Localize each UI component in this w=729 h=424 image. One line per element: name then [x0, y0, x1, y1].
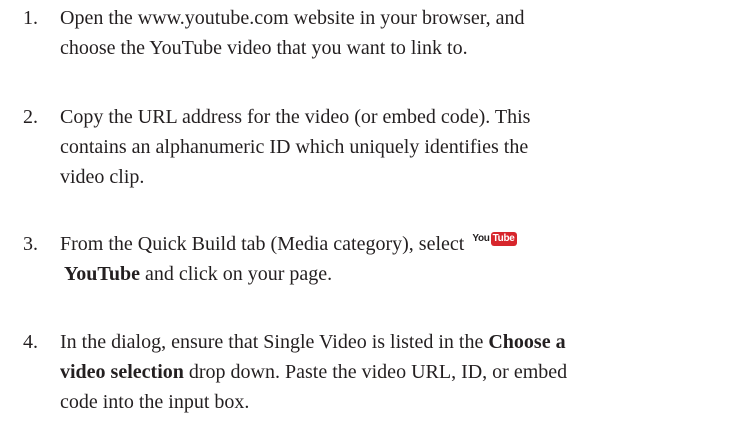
step-line: contains an alphanumeric ID which unique… — [60, 136, 529, 158]
step-line: In the dialog, ensure that Single Video … — [60, 327, 720, 357]
step-line-text: From the Quick Build tab (Media category… — [60, 233, 465, 255]
step-line-text: drop down. Paste the video URL, ID, or e… — [183, 361, 568, 383]
youtube-logo-tube: Tube — [490, 232, 517, 246]
step-line-text: In the dialog, ensure that Single Video … — [60, 331, 489, 353]
instruction-document: 1. Open the www.youtube.com website in y… — [0, 0, 729, 424]
step-number: 4. — [23, 331, 38, 353]
youtube-logo-icon: You Tube — [472, 232, 517, 246]
step-number: 3. — [23, 233, 38, 255]
step-line-text: and click on your page. — [139, 263, 333, 285]
step-number: 2. — [23, 106, 38, 128]
step-text: In the dialog, ensure that Single Video … — [60, 327, 720, 417]
step-number: 1. — [23, 7, 38, 29]
video-selection-label: video selection — [60, 361, 184, 383]
step-text: From the Quick Build tab (Media category… — [60, 229, 720, 289]
step-text: Copy the URL address for the video (or e… — [60, 102, 720, 192]
step-line: video clip. — [60, 166, 145, 188]
step-line: From the Quick Build tab (Media category… — [60, 229, 720, 259]
step-text: Open the www.youtube.com website in your… — [60, 3, 720, 63]
step-line: YouTube and click on your page. — [60, 259, 720, 289]
step-line: Copy the URL address for the video (or e… — [60, 106, 531, 128]
choose-video-selection-label: Choose a — [488, 331, 566, 353]
youtube-label: YouTube — [64, 263, 140, 285]
step-line: Open the www.youtube.com website in your… — [60, 7, 525, 29]
step-line: choose the YouTube video that you want t… — [60, 37, 468, 59]
step-line: video selection drop down. Paste the vid… — [60, 357, 720, 387]
youtube-logo-you: You — [472, 233, 490, 244]
step-line: code into the input box. — [60, 391, 250, 413]
